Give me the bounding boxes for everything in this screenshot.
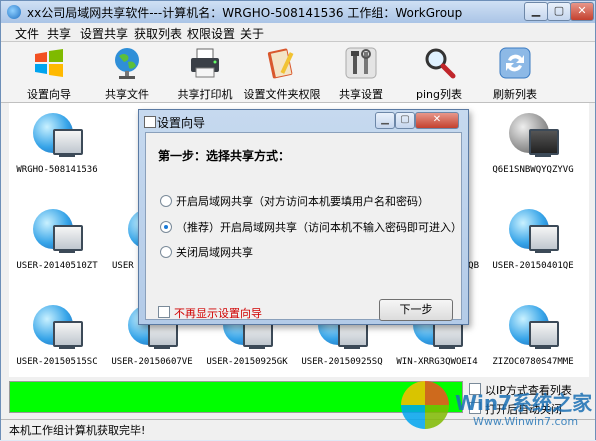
toolbar-wizard-button[interactable]: 设置向导 [21,44,77,101]
computer-name: USER-20150401QE [492,261,574,271]
monitor-icon [53,129,83,155]
toolbar-share-printer-label: 共享打印机 [177,88,233,101]
windows-flag-icon [35,49,63,77]
window-title: xx公司局域网共享软件---计算机名：WRGHO-508141536 工作组：W… [27,6,463,20]
option-label: 关闭局域网共享 [176,246,253,259]
toolbar-share-printer-button[interactable]: 共享打印机 [173,44,237,101]
windows-logo-icon [401,381,449,429]
refresh-icon [499,47,531,79]
computer-name: USER-20140510ZT [16,261,98,271]
computer-item[interactable]: ZIZOC0780S47MME [485,301,581,377]
monitor-icon [53,225,83,251]
radio-button[interactable] [160,195,172,207]
next-step-button[interactable]: 下一步 [379,299,453,321]
printer-icon [191,48,219,78]
toolbar-share-settings-button[interactable]: 共享设置 [335,44,387,101]
checkbox[interactable] [158,306,170,318]
setup-wizard-dialog: 设置向导 ▁ ▢ ✕ 第一步：选择共享方式： 开启局域网共享（对方访问本机要填用… [138,109,469,325]
step-title: 第一步：选择共享方式： [158,149,291,163]
monitor-icon [53,321,83,347]
option-label: 开启局域网共享（对方访问本机要填用户名和密码） [176,195,429,208]
watermark-url: Www.Winwin7.com [473,415,579,428]
computer-item[interactable]: USER-20150515SC [9,301,105,377]
computer-item[interactable]: USER-20140510ZT [9,205,105,291]
toolbar-share-settings-label: 共享设置 [339,88,383,101]
magnifier-icon [425,48,456,79]
toolbar: 设置向导 共享文件 共享打印机 设置文件夹权限 共享设置 ping列表 刷新列表 [1,42,595,103]
monitor-icon [529,129,559,155]
no-show-wizard-checkbox[interactable]: 不再显示设置向导 [158,305,262,321]
monitor-icon [529,225,559,251]
watermark: Win7系统之家 Www.Winwin7.com [401,377,596,441]
computer-name: ZIZOC0780S47MME [492,357,574,367]
computer-name: USER-20150925GK [206,357,288,367]
radio-button[interactable] [160,246,172,258]
computer-item[interactable]: USER-20150401QE [485,205,581,291]
computer-name: USER-20150515SC [16,357,98,367]
menu-bar: 文件 共享 设置共享 获取列表 权限设置 关于 [1,23,595,42]
progress-area [9,381,463,413]
computer-name: Q6E1SNBWQYQZYVG [492,165,574,175]
app-icon [7,5,21,19]
close-button[interactable]: ✕ [570,2,594,21]
toolbar-ping-list-button[interactable]: ping列表 [411,44,467,101]
toolbar-refresh-button[interactable]: 刷新列表 [487,44,543,101]
status-text: 本机工作组计算机获取完毕! [9,424,146,437]
menu-about[interactable]: 关于 [240,25,264,42]
maximize-button[interactable]: ▢ [547,2,571,21]
globe-tower-icon [115,48,139,79]
menu-permissions[interactable]: 权限设置 [187,25,235,42]
toolbar-folder-permission-button[interactable]: 设置文件夹权限 [243,44,321,101]
dialog-maximize-button[interactable]: ▢ [395,112,415,129]
toolbar-wizard-label: 设置向导 [27,88,71,101]
menu-get-list[interactable]: 获取列表 [134,25,182,42]
dialog-body: 第一步：选择共享方式： 开启局域网共享（对方访问本机要填用户名和密码） （推荐）… [145,132,462,321]
computer-item[interactable]: WRGHO-508141536 [9,109,105,195]
title-bar[interactable]: xx公司局域网共享软件---计算机名：WRGHO-508141536 工作组：W… [1,1,595,23]
checkbox-label: 不再显示设置向导 [174,307,262,320]
menu-file[interactable]: 文件 [15,25,39,42]
toolbar-ping-list-label: ping列表 [416,88,462,101]
toolbar-share-files-label: 共享文件 [105,88,149,101]
computer-name: WIN-XRRG3QWOEI4 [396,357,478,367]
minimize-button[interactable]: ▁ [524,2,548,21]
notebook-pencil-icon [267,48,294,79]
toolbar-refresh-label: 刷新列表 [493,88,537,101]
wizard-window-icon [144,116,156,128]
main-window: xx公司局域网共享软件---计算机名：WRGHO-508141536 工作组：W… [0,0,596,440]
option-label: （推荐）开启局域网共享（访问本机不输入密码即可进入） [176,221,462,234]
monitor-icon [529,321,559,347]
toolbar-share-files-button[interactable]: 共享文件 [99,44,155,101]
dialog-close-button[interactable]: ✕ [415,112,459,129]
radio-button[interactable] [160,221,172,233]
tools-icon [345,47,377,79]
computer-name: USER-20150925SQ [301,357,383,367]
toolbar-folder-permission-label: 设置文件夹权限 [243,88,321,101]
watermark-brand: Win7系统之家 [455,391,593,415]
computer-item[interactable]: Q6E1SNBWQYQZYVG [485,109,581,195]
menu-share[interactable]: 共享 [47,25,71,42]
menu-set-share[interactable]: 设置共享 [80,25,128,42]
dialog-title: 设置向导 [157,116,206,130]
dialog-minimize-button[interactable]: ▁ [375,112,395,129]
computer-name: WRGHO-508141536 [16,165,98,175]
computer-name: USER-20150607VE [111,357,193,367]
